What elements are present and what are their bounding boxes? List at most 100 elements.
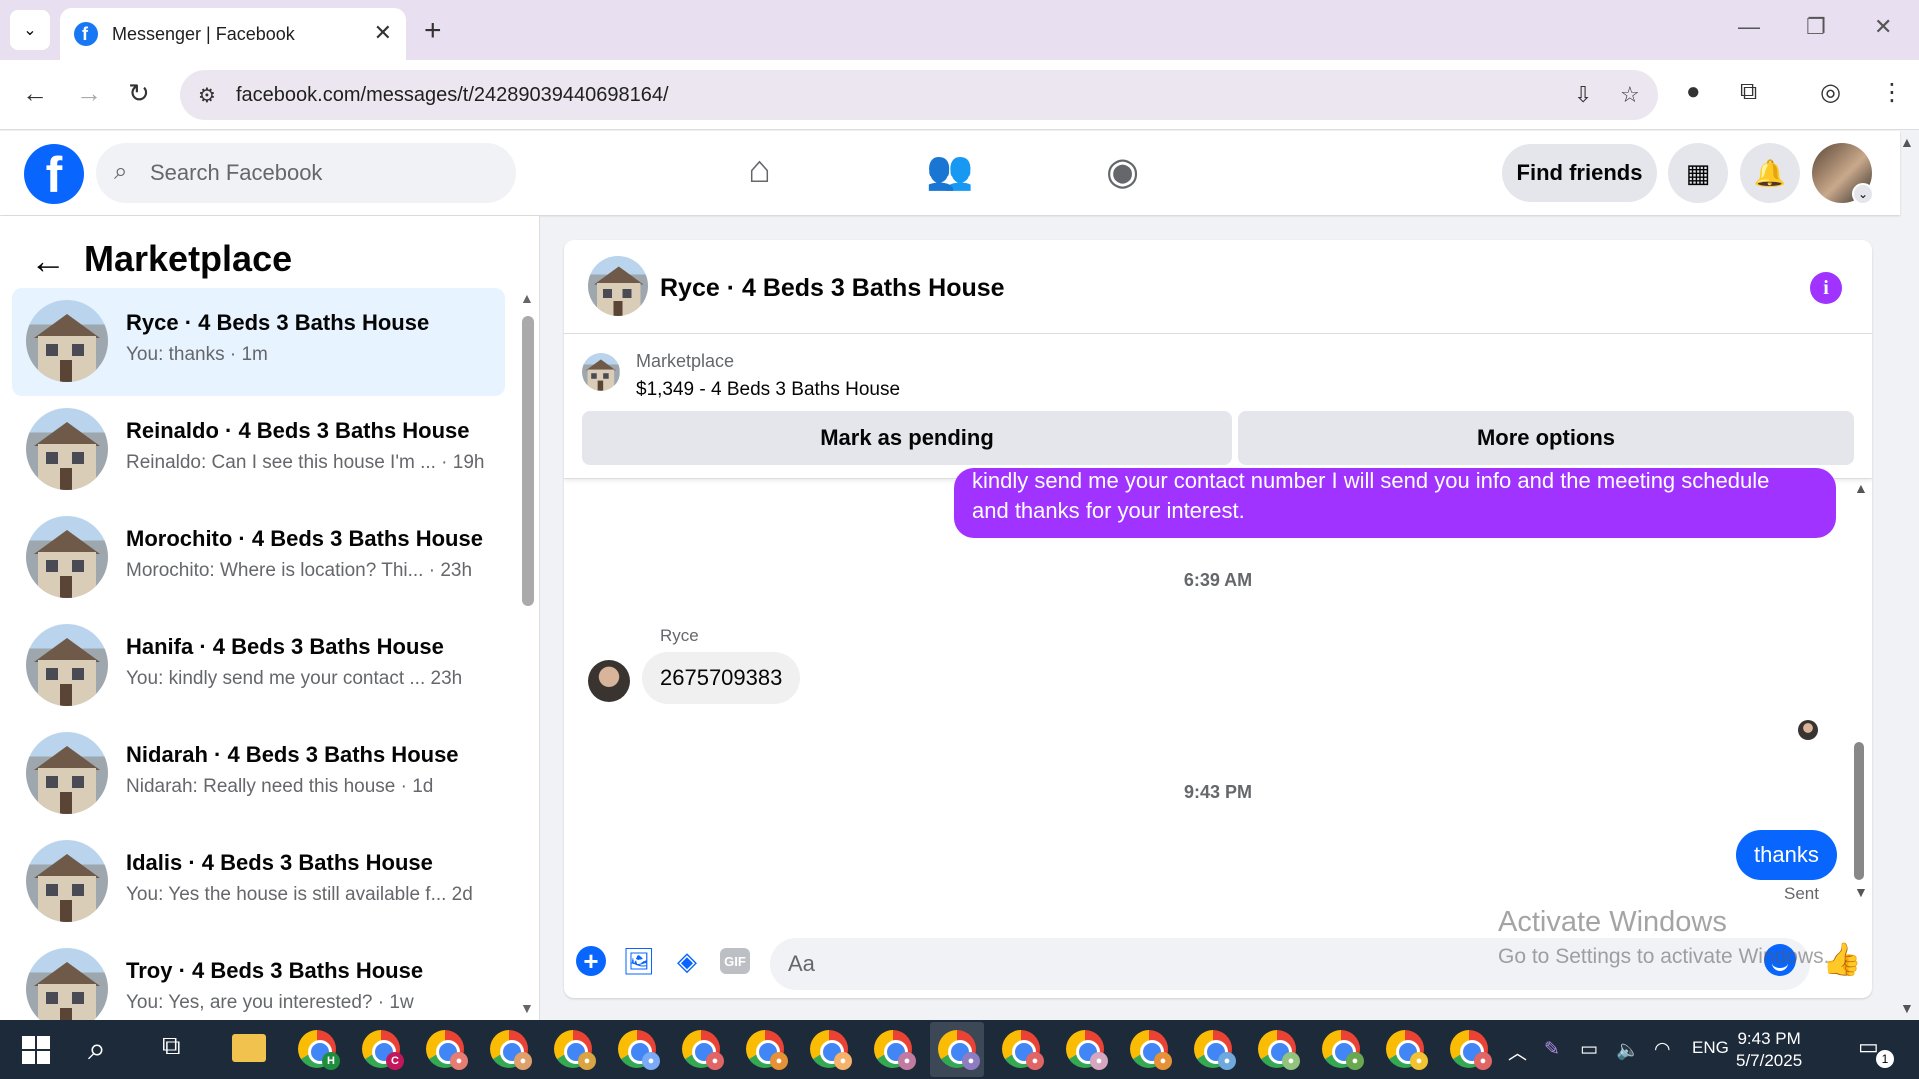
chat-title[interactable]: Ryce · 4 Beds 3 Baths House <box>660 274 1005 303</box>
photo-icon[interactable]: 🖼 <box>622 944 656 978</box>
listing-thumbnail[interactable] <box>582 353 620 391</box>
minimize-icon[interactable]: — <box>1738 14 1760 40</box>
tray-chevron-icon[interactable]: ︿ <box>1508 1038 1527 1065</box>
pen-icon[interactable]: ✎ <box>1544 1038 1560 1061</box>
conversation-item[interactable]: Troy · 4 Beds 3 Baths House You: Yes, ar… <box>12 936 505 1020</box>
conversation-snippet: You: Yes the house is still available f.… <box>126 884 473 905</box>
plus-icon[interactable]: + <box>576 946 606 976</box>
chrome-profile-icon[interactable]: ● <box>1130 1030 1172 1070</box>
extensions-icon[interactable]: ⧉ <box>1740 78 1757 106</box>
home-icon[interactable]: ⌂ <box>748 149 771 192</box>
restore-icon[interactable]: ❐ <box>1806 14 1826 40</box>
back-arrow-icon[interactable]: ← <box>30 240 66 282</box>
conversation-item[interactable]: Hanifa · 4 Beds 3 Baths House You: kindl… <box>12 612 505 720</box>
chrome-profile-icon[interactable]: ● <box>1386 1030 1428 1070</box>
chrome-profile-icon[interactable]: ● <box>1066 1030 1108 1070</box>
scroll-down-icon[interactable]: ▼ <box>1854 884 1868 900</box>
system-clock[interactable]: 9:43 PM 5/7/2025 <box>1736 1028 1802 1072</box>
house-thumbnail <box>26 408 108 490</box>
friends-icon[interactable]: 👥 <box>926 149 973 193</box>
house-thumbnail[interactable] <box>588 256 648 316</box>
chevron-down-icon: ⌄ <box>23 22 37 39</box>
conversation-item[interactable]: Idalis · 4 Beds 3 Baths House You: Yes t… <box>12 828 505 936</box>
reload-icon[interactable]: ↻ <box>128 78 150 109</box>
menu-kebab-icon[interactable]: ⋮ <box>1880 78 1904 107</box>
task-view-icon[interactable]: ⧉ <box>162 1030 200 1068</box>
install-app-icon[interactable]: ⇩ <box>1574 82 1592 108</box>
conversation-sidebar: ← Marketplace ▲ ▼ Ryce · 4 Beds 3 Baths … <box>0 216 540 1020</box>
new-tab-icon[interactable]: + <box>424 14 442 48</box>
listing-title[interactable]: $1,349 - 4 Beds 3 Baths House <box>636 379 900 401</box>
page-scroll-down-icon[interactable]: ▼ <box>1900 1000 1914 1016</box>
forward-icon[interactable]: → <box>76 78 102 109</box>
chrome-profile-icon[interactable]: ● <box>1194 1030 1236 1070</box>
scroll-down-icon[interactable]: ▼ <box>520 1000 534 1016</box>
chrome-profile-icon[interactable]: ● <box>1258 1030 1300 1070</box>
chrome-profile-icon[interactable]: ● <box>490 1030 532 1070</box>
chrome-profile-icon[interactable]: ● <box>682 1030 724 1070</box>
more-options-button[interactable]: More options <box>1238 411 1854 465</box>
menu-grid-icon[interactable]: ▦ <box>1668 143 1728 203</box>
conversation-name: Reinaldo · 4 Beds 3 Baths House <box>126 418 470 443</box>
file-explorer-icon[interactable] <box>232 1034 266 1062</box>
chrome-profile-icon[interactable]: ● <box>746 1030 788 1070</box>
marketplace-label: Marketplace <box>636 351 735 371</box>
page-scroll-up-icon[interactable]: ▲ <box>1900 134 1914 150</box>
scroll-up-icon[interactable]: ▲ <box>520 290 534 306</box>
notification-center-icon[interactable]: ▭ 1 <box>1858 1034 1894 1068</box>
message-line: kindly send me your contact number I wil… <box>972 468 1770 493</box>
chrome-profile-icon[interactable]: ● <box>874 1030 916 1070</box>
copilot-icon[interactable]: ● <box>1686 78 1701 106</box>
chrome-profile-icon[interactable]: ● <box>554 1030 596 1070</box>
info-icon[interactable]: i <box>1810 272 1842 304</box>
taskbar-search-icon[interactable]: ⌕ <box>88 1030 126 1068</box>
chevron-down-icon: ⌄ <box>1852 183 1874 205</box>
language-indicator[interactable]: ENG <box>1692 1038 1729 1058</box>
back-icon[interactable]: ← <box>22 78 48 109</box>
chrome-profile-icon[interactable]: ● <box>1002 1030 1044 1070</box>
volume-icon[interactable]: 🔈 <box>1616 1038 1640 1062</box>
windows-start-icon[interactable] <box>18 1030 56 1068</box>
notifications-bell-icon[interactable]: 🔔 <box>1740 143 1800 203</box>
groups-icon[interactable]: ◉ <box>1106 149 1139 194</box>
conversation-item[interactable]: Reinaldo · 4 Beds 3 Baths House Reinaldo… <box>12 396 505 504</box>
chat-header: Ryce · 4 Beds 3 Baths House i <box>564 240 1872 334</box>
chrome-profile-icon[interactable]: ● <box>810 1030 852 1070</box>
conversation-item[interactable]: Ryce · 4 Beds 3 Baths House You: thanks … <box>12 288 505 396</box>
chrome-profile-icon[interactable]: C <box>362 1030 404 1070</box>
scroll-up-icon[interactable]: ▲ <box>1854 480 1868 496</box>
chrome-profile-icon[interactable]: ● <box>1450 1030 1492 1070</box>
window-close-icon[interactable]: ✕ <box>1874 14 1892 40</box>
gif-icon[interactable]: GIF <box>720 948 750 974</box>
facebook-search-input[interactable]: ⌕ Search Facebook <box>96 143 516 203</box>
chrome-profile-icon[interactable]: H <box>298 1030 340 1070</box>
sidebar-scrollbar[interactable] <box>522 316 534 606</box>
conversation-item[interactable]: Nidarah · 4 Beds 3 Baths House Nidarah: … <box>12 720 505 828</box>
tab-title: Messenger | Facebook <box>112 23 295 44</box>
find-friends-button[interactable]: Find friends <box>1502 144 1657 202</box>
site-info-icon[interactable]: ⚙ <box>198 83 216 108</box>
bookmark-star-icon[interactable]: ☆ <box>1620 82 1640 108</box>
house-thumbnail <box>26 624 108 706</box>
tab-search-dropdown[interactable]: ⌄ <box>10 10 50 50</box>
browser-tab[interactable]: Messenger | Facebook ✕ <box>60 8 406 60</box>
avatar[interactable] <box>588 660 630 702</box>
activate-windows-watermark: Activate Windows Go to Settings to activ… <box>1498 906 1830 969</box>
mark-as-pending-button[interactable]: Mark as pending <box>582 411 1232 465</box>
chrome-profile-icon-active[interactable]: ● <box>938 1030 980 1070</box>
conversation-item[interactable]: Morochito · 4 Beds 3 Baths House Morochi… <box>12 504 505 612</box>
facebook-favicon-icon <box>74 22 98 46</box>
chrome-profile-icon[interactable]: ● <box>426 1030 468 1070</box>
battery-icon[interactable]: ▭ <box>1580 1038 1598 1061</box>
wifi-icon[interactable]: ◠ <box>1654 1038 1671 1061</box>
chrome-profile-icon[interactable]: ● <box>618 1030 660 1070</box>
url-field[interactable]: ⚙ facebook.com/messages/t/24289039440698… <box>180 70 1658 120</box>
chat-scrollbar[interactable] <box>1854 742 1864 880</box>
chrome-profile-icon[interactable]: ● <box>1322 1030 1364 1070</box>
facebook-logo[interactable]: f <box>24 144 84 204</box>
close-tab-icon[interactable]: ✕ <box>374 20 392 46</box>
account-avatar[interactable]: ⌄ <box>1812 143 1874 205</box>
sticker-icon[interactable]: ◈ <box>670 944 704 978</box>
profile-icon[interactable]: ◎ <box>1820 78 1841 107</box>
watermark-line: Go to Settings to activate Windows. <box>1498 945 1830 968</box>
